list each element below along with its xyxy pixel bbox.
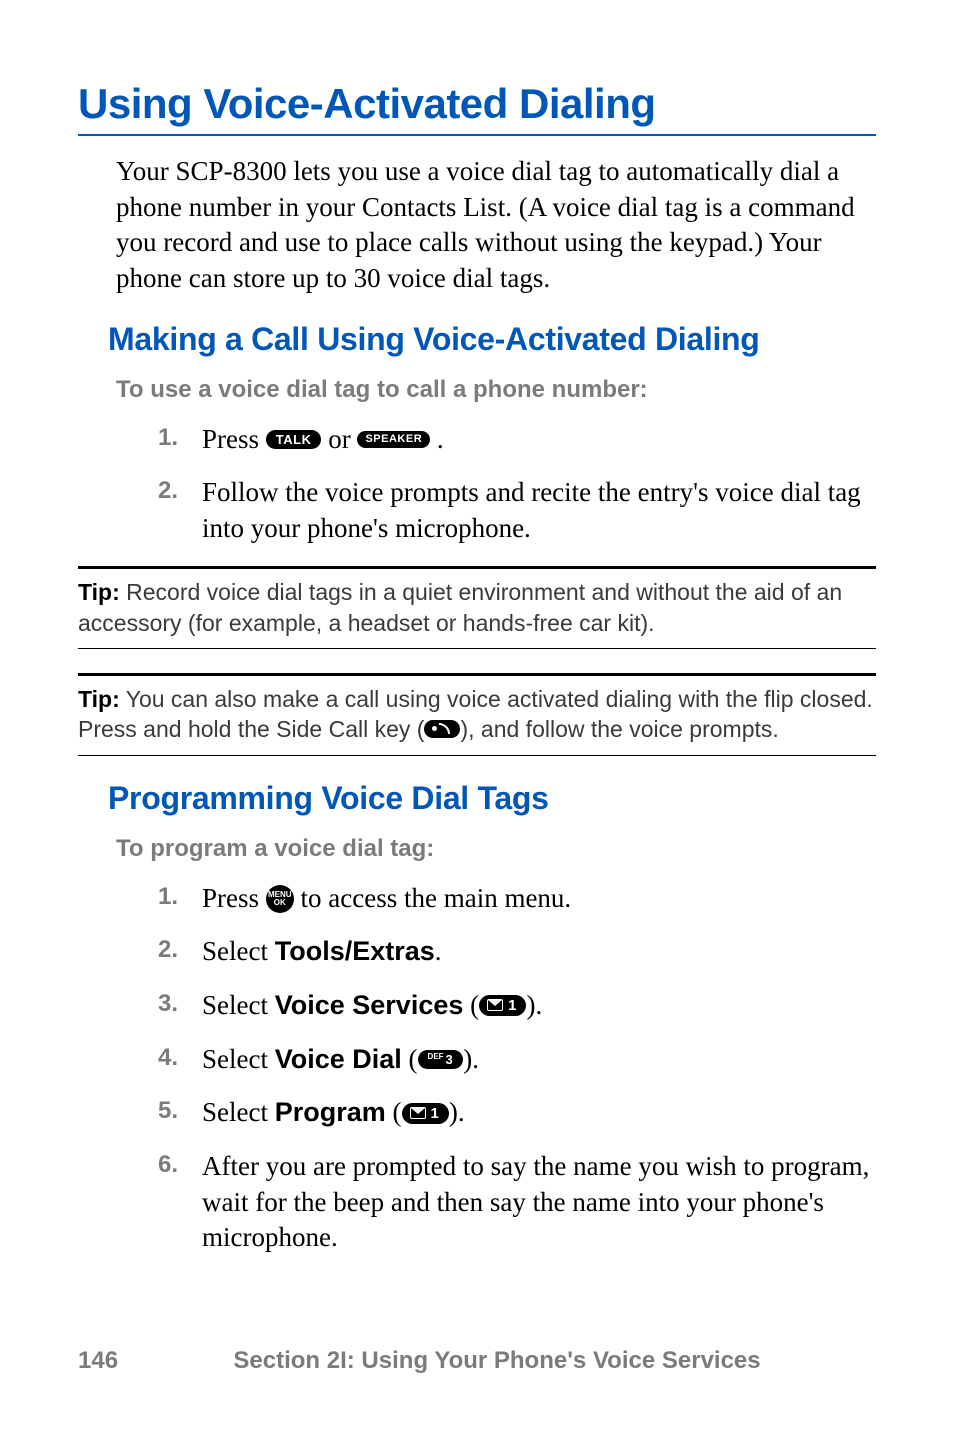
section-label: Section 2I: Using Your Phone's Voice Ser… (78, 1347, 876, 1375)
tip-text: ), and follow the voice prompts. (460, 716, 778, 742)
sup: DEF (428, 1052, 444, 1061)
tip-label: Tip: (78, 579, 120, 605)
text: to access the main menu. (301, 883, 572, 913)
menu-item: Program (275, 1097, 386, 1127)
text: Press (202, 424, 266, 454)
lead-program: To program a voice dial tag: (116, 835, 876, 863)
key-def3-icon: DEF3 (418, 1050, 464, 1069)
tip-flip-closed: Tip: You can also make a call using voic… (78, 673, 876, 756)
tip-label: Tip: (78, 686, 120, 712)
label: OK (274, 899, 286, 907)
steps-call: Press TALK or SPEAKER . Follow the voice… (78, 422, 876, 547)
text: Select (202, 936, 275, 966)
key-1-icon: 1 (402, 1103, 449, 1124)
text: ( (402, 1044, 418, 1074)
step-prog-6: After you are prompted to say the name y… (158, 1149, 876, 1256)
menu-item: Voice Dial (275, 1044, 402, 1074)
text: ). (449, 1097, 465, 1127)
side-call-key-icon (424, 720, 460, 738)
text: Select (202, 1044, 275, 1074)
intro-paragraph: Your SCP-8300 lets you use a voice dial … (116, 154, 876, 297)
step-call-2: Follow the voice prompts and recite the … (158, 475, 876, 546)
step-prog-3: Select Voice Services (1). (158, 988, 876, 1024)
step-call-1: Press TALK or SPEAKER . (158, 422, 876, 458)
talk-key-icon: TALK (266, 430, 322, 449)
step-prog-2: Select Tools/Extras. (158, 934, 876, 970)
page-title: Using Voice-Activated Dialing (78, 80, 876, 136)
speaker-key-icon: SPEAKER (357, 431, 430, 448)
steps-program: Press MENU OK to access the main menu. S… (78, 881, 876, 1256)
tip-text: Record voice dial tags in a quiet enviro… (78, 579, 842, 635)
key-1-icon: 1 (479, 995, 526, 1016)
step-prog-4: Select Voice Dial (DEF3). (158, 1042, 876, 1078)
page-number: 146 (78, 1347, 118, 1375)
text: ). (526, 990, 542, 1020)
text: ( (463, 990, 479, 1020)
page-footer: 146 Section 2I: Using Your Phone's Voice… (78, 1347, 876, 1375)
tip-record-quiet: Tip: Record voice dial tags in a quiet e… (78, 566, 876, 649)
num: 1 (508, 997, 516, 1014)
text: or (328, 424, 357, 454)
text: Select (202, 1097, 275, 1127)
step-prog-1: Press MENU OK to access the main menu. (158, 881, 876, 917)
num: 3 (446, 1052, 454, 1067)
text: . (437, 424, 444, 454)
menu-ok-key-icon: MENU OK (266, 885, 294, 913)
lead-call: To use a voice dial tag to call a phone … (116, 376, 876, 404)
envelope-icon (410, 1107, 426, 1119)
text: . (435, 936, 442, 966)
section-heading-programming: Programming Voice Dial Tags (108, 780, 876, 817)
text: Press (202, 883, 266, 913)
section-heading-making-call: Making a Call Using Voice-Activated Dial… (108, 321, 876, 358)
envelope-icon (487, 999, 503, 1011)
menu-item: Tools/Extras (275, 936, 435, 966)
text: ( (386, 1097, 402, 1127)
num: 1 (431, 1105, 439, 1122)
menu-item: Voice Services (275, 990, 464, 1020)
step-prog-5: Select Program (1). (158, 1095, 876, 1131)
text: ). (463, 1044, 479, 1074)
text: Select (202, 990, 275, 1020)
